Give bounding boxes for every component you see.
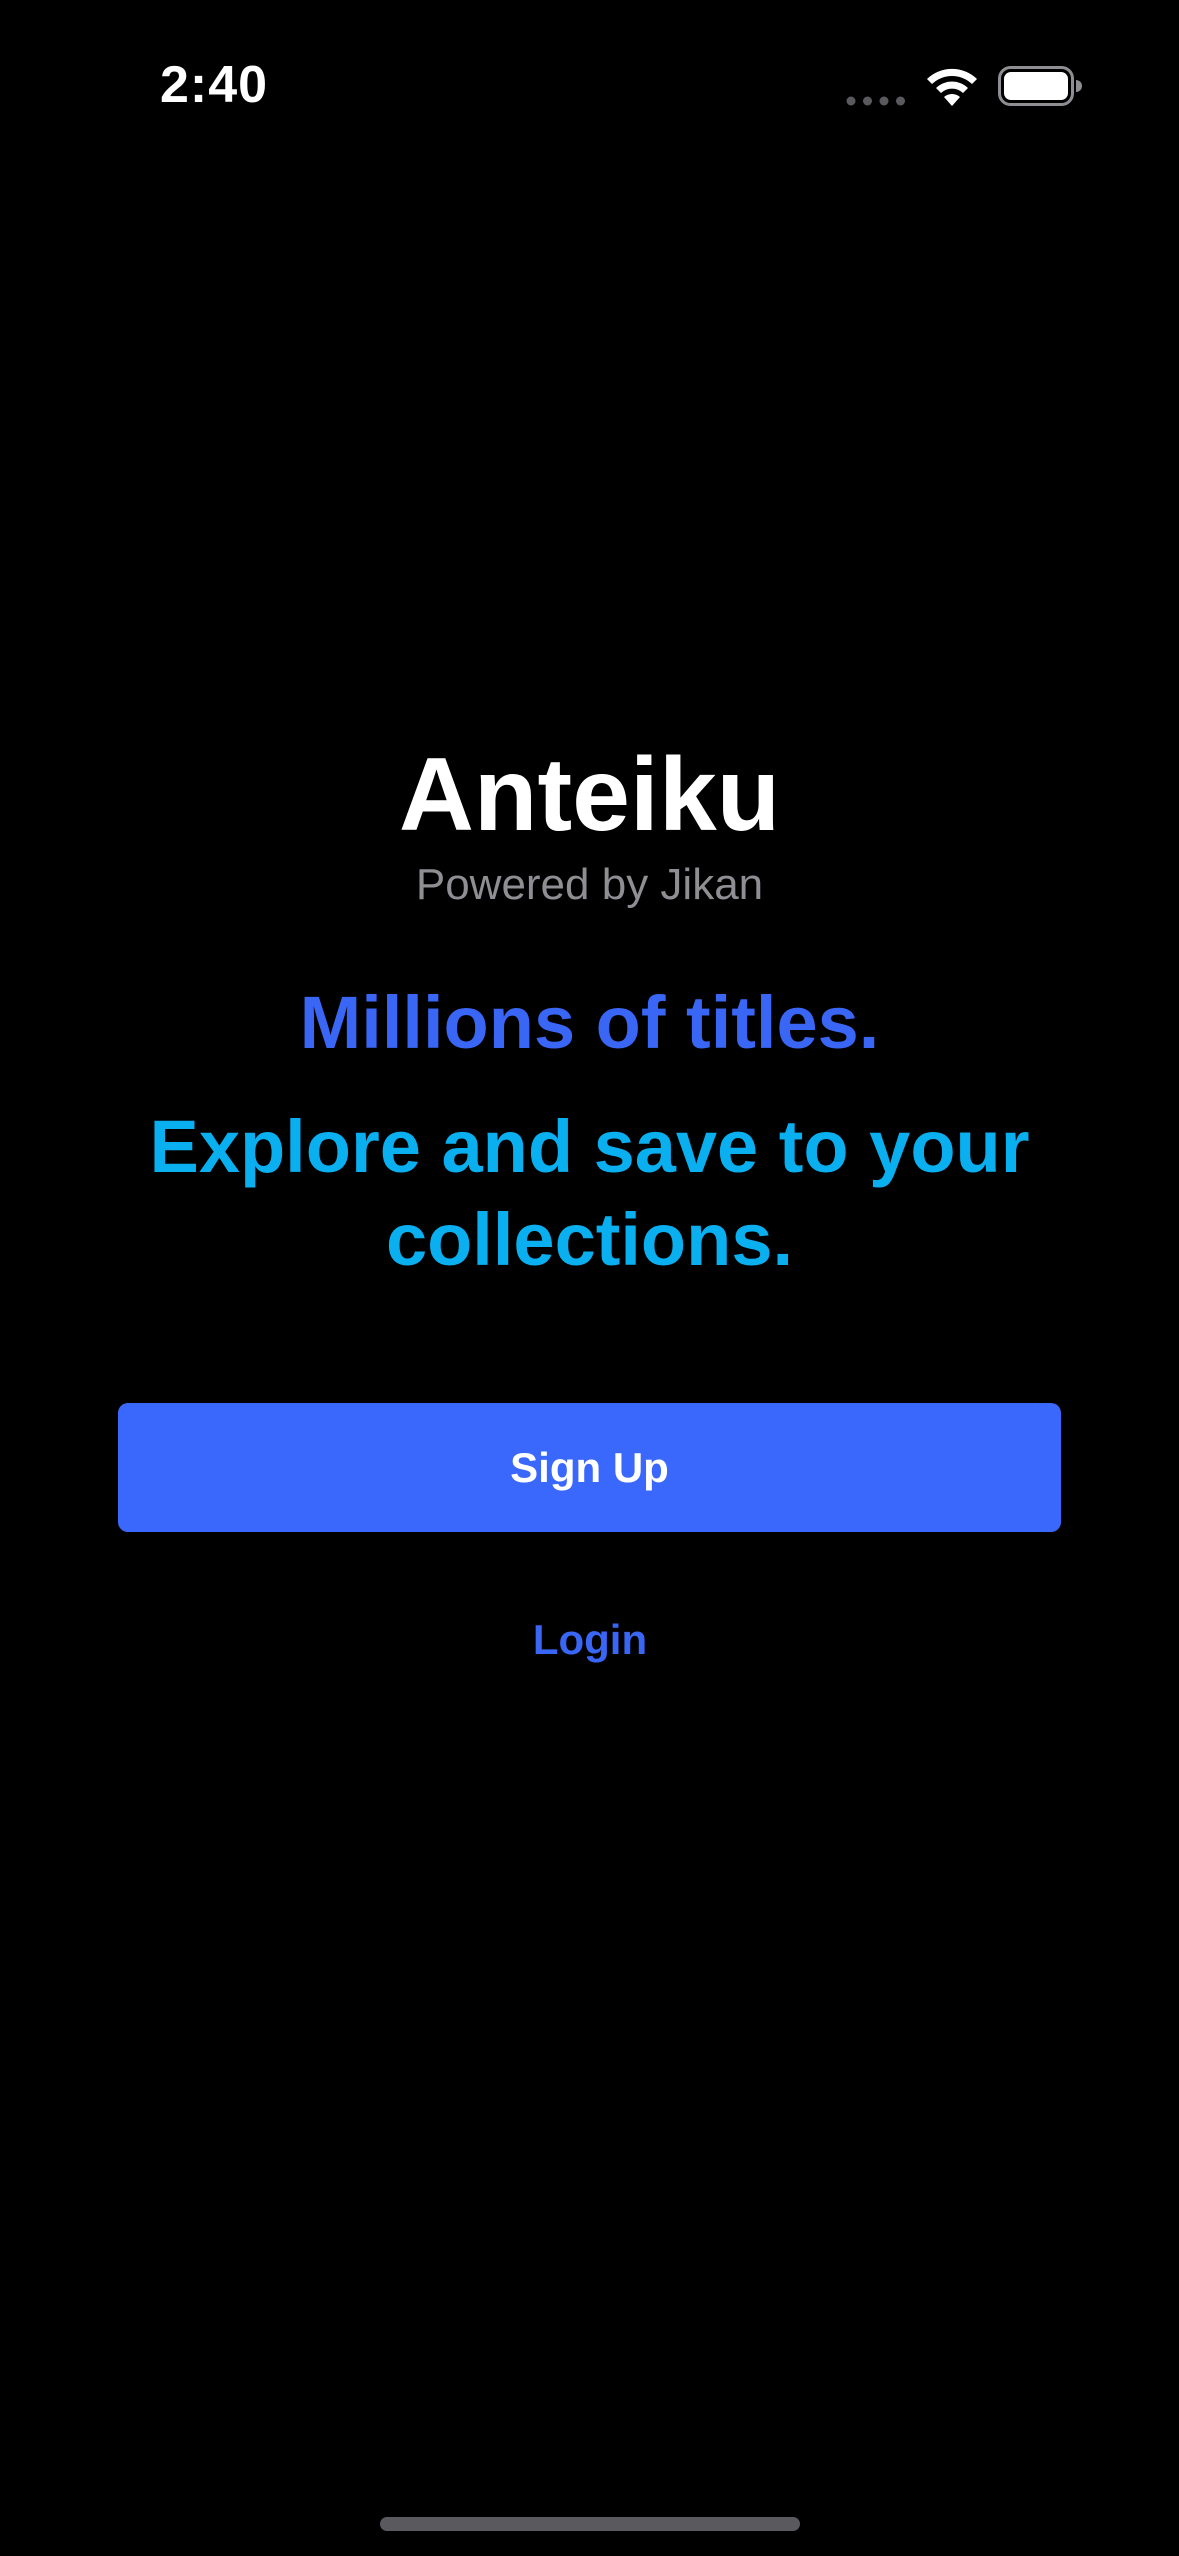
battery-icon [998, 66, 1082, 106]
wifi-icon [927, 68, 977, 106]
status-bar: 2:40 [0, 0, 1179, 160]
login-link[interactable]: Login [440, 1610, 740, 1670]
tagline-secondary: Explore and save to your collections. [149, 1105, 1030, 1281]
cellular-signal-icon [846, 96, 905, 106]
tagline-primary: Millions of titles. [299, 981, 880, 1064]
sign-up-button[interactable]: Sign Up [118, 1403, 1061, 1532]
app-title: Anteiku [398, 737, 781, 853]
status-time: 2:40 [160, 56, 269, 114]
home-indicator[interactable] [380, 2517, 800, 2531]
app-subtitle: Powered by Jikan [415, 860, 764, 909]
